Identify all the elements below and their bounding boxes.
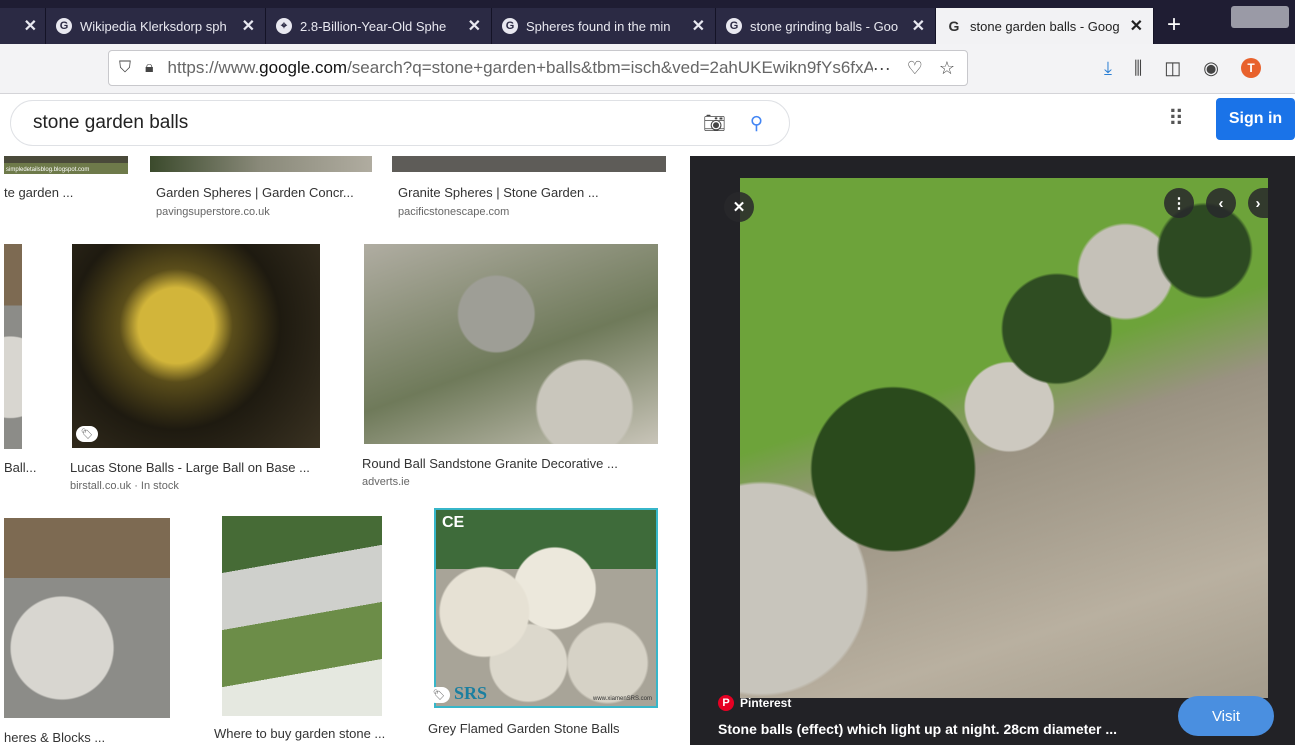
image-results: simpledetailsblog.blogspot.com te garden… — [0, 156, 690, 745]
result-source[interactable]: pavingsuperstore.co.uk — [156, 206, 270, 218]
result-title[interactable]: Granite Spheres | Stone Garden ... — [398, 185, 638, 200]
result-image[interactable] — [392, 156, 666, 172]
tab-spheres-mine[interactable]: G Spheres found in the min ✕ — [492, 8, 716, 44]
close-icon[interactable]: ✕ — [912, 16, 925, 36]
srs-url: www.xiamenSRS.com — [592, 696, 652, 702]
result-image[interactable]: CE SRS www.xiamenSRS.com — [434, 508, 658, 708]
result-source[interactable]: adverts.ie — [362, 476, 410, 488]
result-source[interactable]: pacificstonescape.com — [398, 206, 509, 218]
tab-favicon-icon: G — [56, 18, 72, 34]
image-preview-panel: ✕ ⋮ ‹ › P Pinterest Stone balls (effect)… — [690, 156, 1295, 745]
close-preview-button[interactable]: ✕ — [724, 192, 754, 222]
srs-ce-mark: CE — [442, 514, 465, 531]
tab-title: 2.8-Billion-Year-Old Sphe — [300, 18, 447, 34]
result-image[interactable]: simpledetailsblog.blogspot.com — [4, 156, 128, 174]
result-image[interactable] — [4, 518, 170, 718]
tab-grinding-balls[interactable]: G stone grinding balls - Goo ✕ — [716, 8, 936, 44]
bookmark-star-icon[interactable]: ☆ — [939, 58, 955, 79]
result-source[interactable]: birstall.co.uk · In stock — [70, 480, 179, 492]
result-title[interactable]: heres & Blocks ... — [4, 730, 154, 745]
shopping-tag-icon: 🏷︎ — [428, 687, 450, 703]
close-icon[interactable]: ✕ — [24, 16, 37, 36]
visit-button[interactable]: Visit — [1178, 696, 1274, 736]
extension-icon[interactable]: T — [1240, 58, 1261, 78]
result-banner: simpledetailsblog.blogspot.com — [6, 167, 90, 173]
account-icon[interactable]: ◉ — [1203, 58, 1219, 79]
close-icon[interactable]: ✕ — [692, 16, 705, 36]
sign-in-button[interactable]: Sign in — [1216, 98, 1295, 140]
toolbar-icons: ⤓ ⫼ ◫ ◉ T — [1104, 58, 1261, 79]
tab-title: stone garden balls - Goog — [970, 18, 1120, 34]
download-icon[interactable]: ⤓ — [1104, 58, 1112, 79]
result-title[interactable]: te garden ... — [4, 185, 114, 200]
tab-favicon-icon: G — [948, 18, 960, 34]
result-title[interactable]: Where to buy garden stone ... — [214, 726, 394, 741]
tab-stone-garden-balls[interactable]: G stone garden balls - Goog ✕ — [936, 8, 1154, 44]
camera-icon[interactable]: 📷︎ — [703, 113, 726, 134]
result-image[interactable] — [150, 156, 372, 172]
tab-favicon-icon: G — [726, 18, 742, 34]
result-title[interactable]: Garden Spheres | Garden Concr... — [156, 185, 386, 200]
result-title[interactable]: Grey Flamed Garden Stone Balls — [428, 721, 658, 736]
result-title[interactable]: Lucas Stone Balls - Large Ball on Base .… — [70, 460, 332, 475]
preview-source[interactable]: P Pinterest — [718, 695, 791, 711]
tab-title: Spheres found in the min — [526, 18, 671, 34]
more-options-icon[interactable]: ⋮ — [1164, 188, 1194, 218]
tab-wikipedia[interactable]: G Wikipedia Klerksdorp sph ✕ — [46, 8, 266, 44]
tab-strip: ✕ G Wikipedia Klerksdorp sph ✕ ⌖ 2.8-Bil… — [0, 0, 1295, 44]
sidebar-icon[interactable]: ◫ — [1164, 58, 1181, 79]
close-icon[interactable]: ✕ — [242, 16, 255, 36]
srs-logo: SRS — [454, 683, 488, 703]
result-image[interactable] — [222, 516, 382, 716]
new-tab-button[interactable]: + — [1154, 8, 1194, 44]
address-bar[interactable]: ⛉ 🔒︎ https://www.google.com/search?q=sto… — [108, 50, 968, 86]
tab-favicon-icon: G — [502, 18, 518, 34]
library-icon[interactable]: ⫼ — [1134, 58, 1142, 79]
result-image[interactable]: 🏷︎ — [72, 244, 320, 448]
close-icon[interactable]: ✕ — [468, 16, 481, 36]
close-icon[interactable]: ✕ — [1130, 16, 1143, 36]
preview-image[interactable] — [740, 178, 1268, 698]
tab-partial[interactable]: ✕ — [0, 8, 46, 44]
search-icon[interactable]: ⚲ — [750, 113, 763, 134]
search-input[interactable]: stone garden balls — [33, 112, 703, 134]
window-controls[interactable] — [1231, 6, 1289, 28]
tab-title: stone grinding balls - Goo — [750, 18, 899, 34]
search-box[interactable]: stone garden balls 📷︎ ⚲ — [10, 100, 790, 146]
result-image[interactable] — [364, 244, 658, 444]
url-text[interactable]: https://www.google.com/search?q=stone+ga… — [168, 58, 873, 78]
pocket-icon[interactable]: ♡ — [907, 58, 923, 79]
lock-icon[interactable]: 🔒︎ — [145, 59, 154, 77]
result-title[interactable]: Ball... — [4, 460, 54, 475]
navigation-bar: ⛉ 🔒︎ https://www.google.com/search?q=sto… — [0, 44, 1295, 94]
chevron-left-icon[interactable]: ‹ — [1206, 188, 1236, 218]
tab-favicon-icon: ⌖ — [276, 18, 292, 34]
google-header: stone garden balls 📷︎ ⚲ ⠿ Sign in — [0, 94, 1295, 156]
result-title[interactable]: Round Ball Sandstone Granite Decorative … — [362, 456, 652, 471]
preview-title[interactable]: Stone balls (effect) which light up at n… — [718, 721, 1178, 737]
tab-spheres-article[interactable]: ⌖ 2.8-Billion-Year-Old Sphe ✕ — [266, 8, 492, 44]
shield-icon[interactable]: ⛉ — [119, 59, 131, 77]
tab-title: Wikipedia Klerksdorp sph — [80, 18, 227, 34]
apps-grid-icon[interactable]: ⠿ — [1168, 106, 1184, 132]
preview-source-label: Pinterest — [740, 696, 792, 710]
shopping-tag-icon: 🏷︎ — [76, 426, 98, 442]
page-actions-icon[interactable]: ··· — [873, 58, 891, 79]
result-image[interactable] — [4, 244, 22, 449]
pinterest-icon: P — [718, 695, 734, 711]
